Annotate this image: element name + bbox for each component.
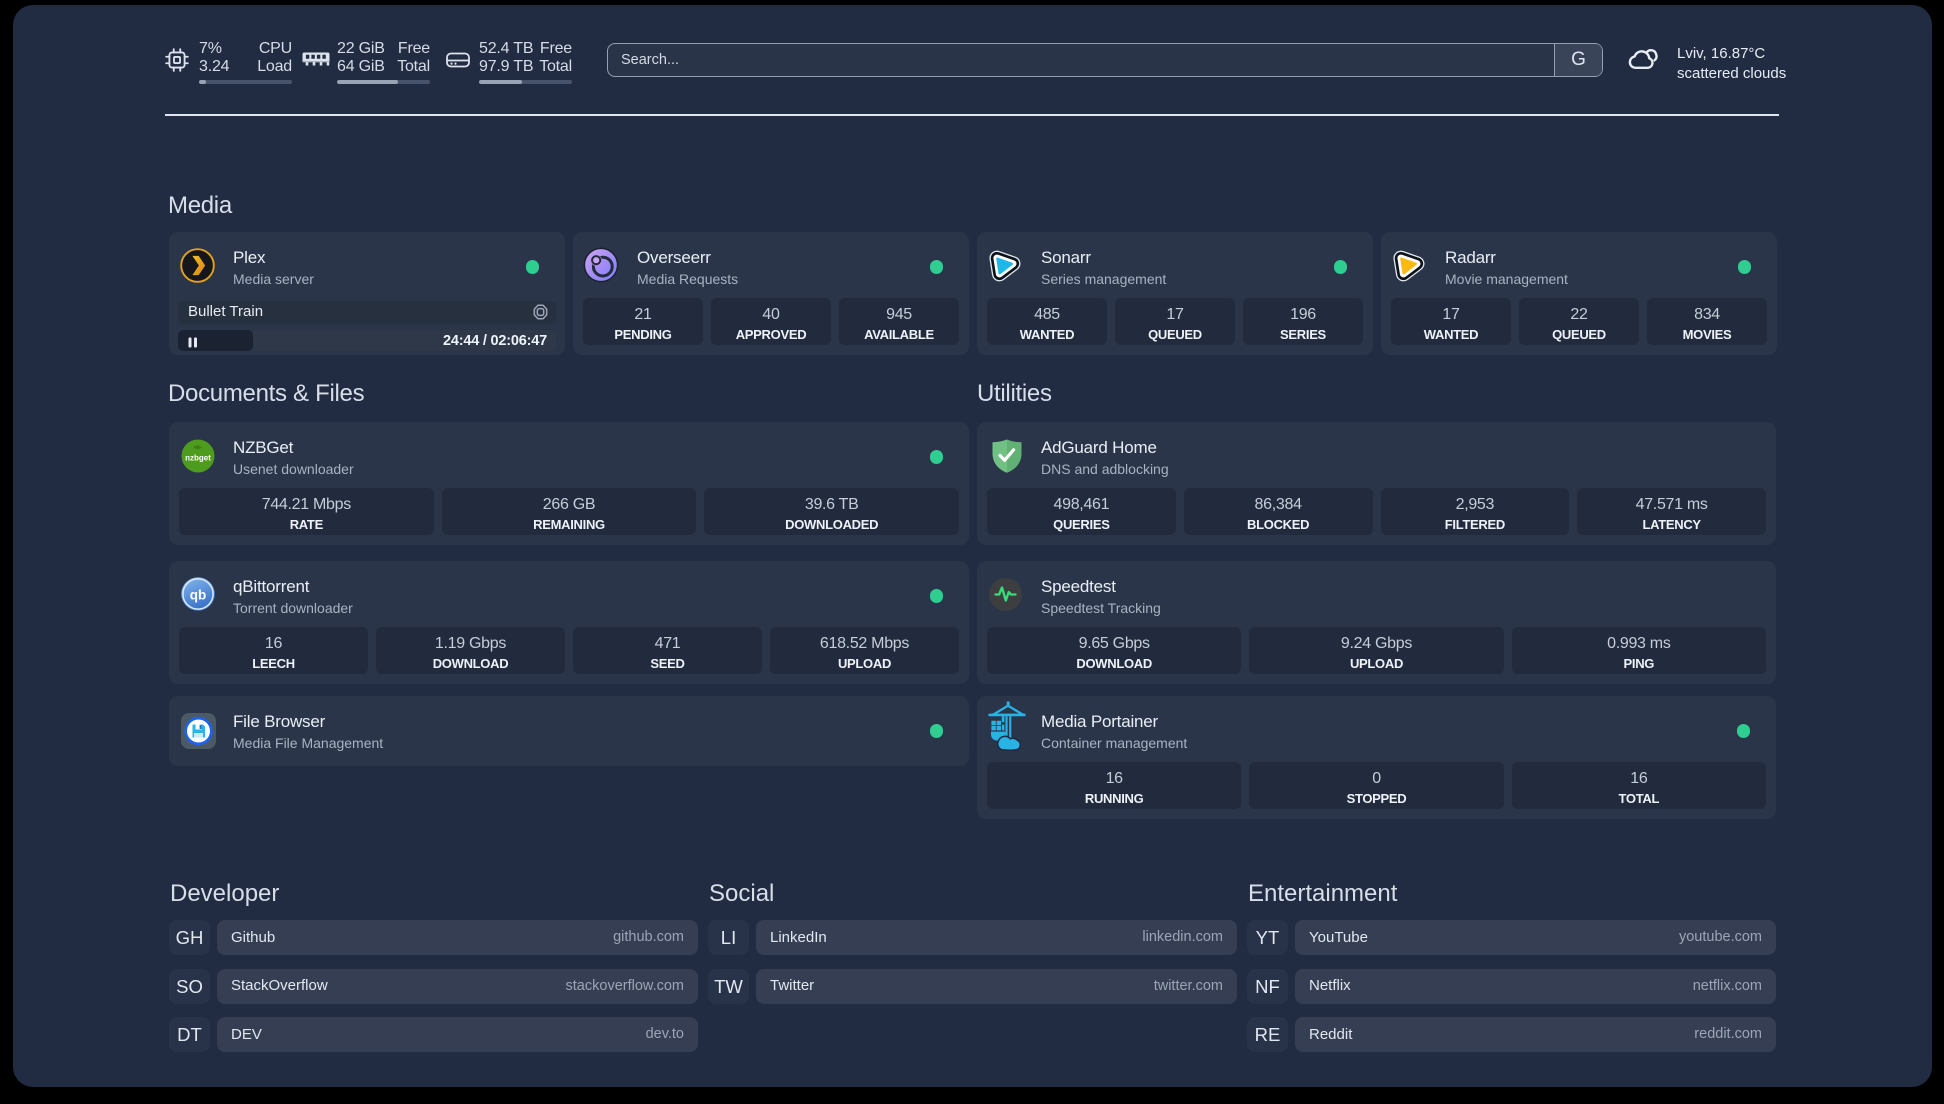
svg-text:qb: qb	[190, 587, 207, 602]
svg-text:nzbget: nzbget	[185, 454, 211, 463]
